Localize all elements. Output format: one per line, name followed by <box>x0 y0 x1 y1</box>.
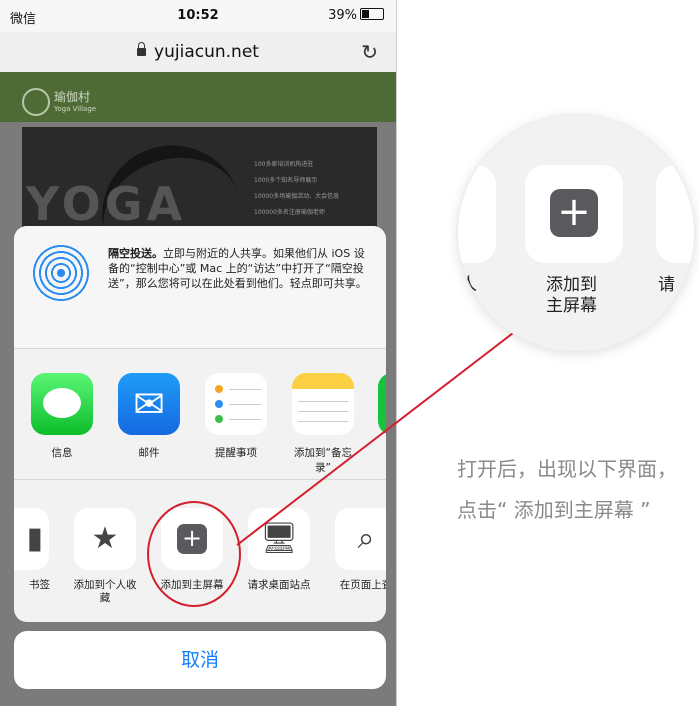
zoom-callout: 人 + 添加到主屏幕 请 <box>458 115 694 351</box>
zoom-right-label: 请 <box>658 275 675 295</box>
zoom-right-tile <box>656 165 694 263</box>
connector-line <box>236 329 518 546</box>
zoom-add-tile: + <box>525 165 623 263</box>
zoom-left-tile <box>458 165 496 263</box>
zoom-add-label: 添加到主屏幕 <box>546 275 597 316</box>
instruction-text: 打开后，出现以下界面，点击“ 添加到主屏幕 ” <box>457 457 677 522</box>
zoom-left-label: 人 <box>460 275 477 295</box>
add-home-icon: + <box>550 189 598 237</box>
